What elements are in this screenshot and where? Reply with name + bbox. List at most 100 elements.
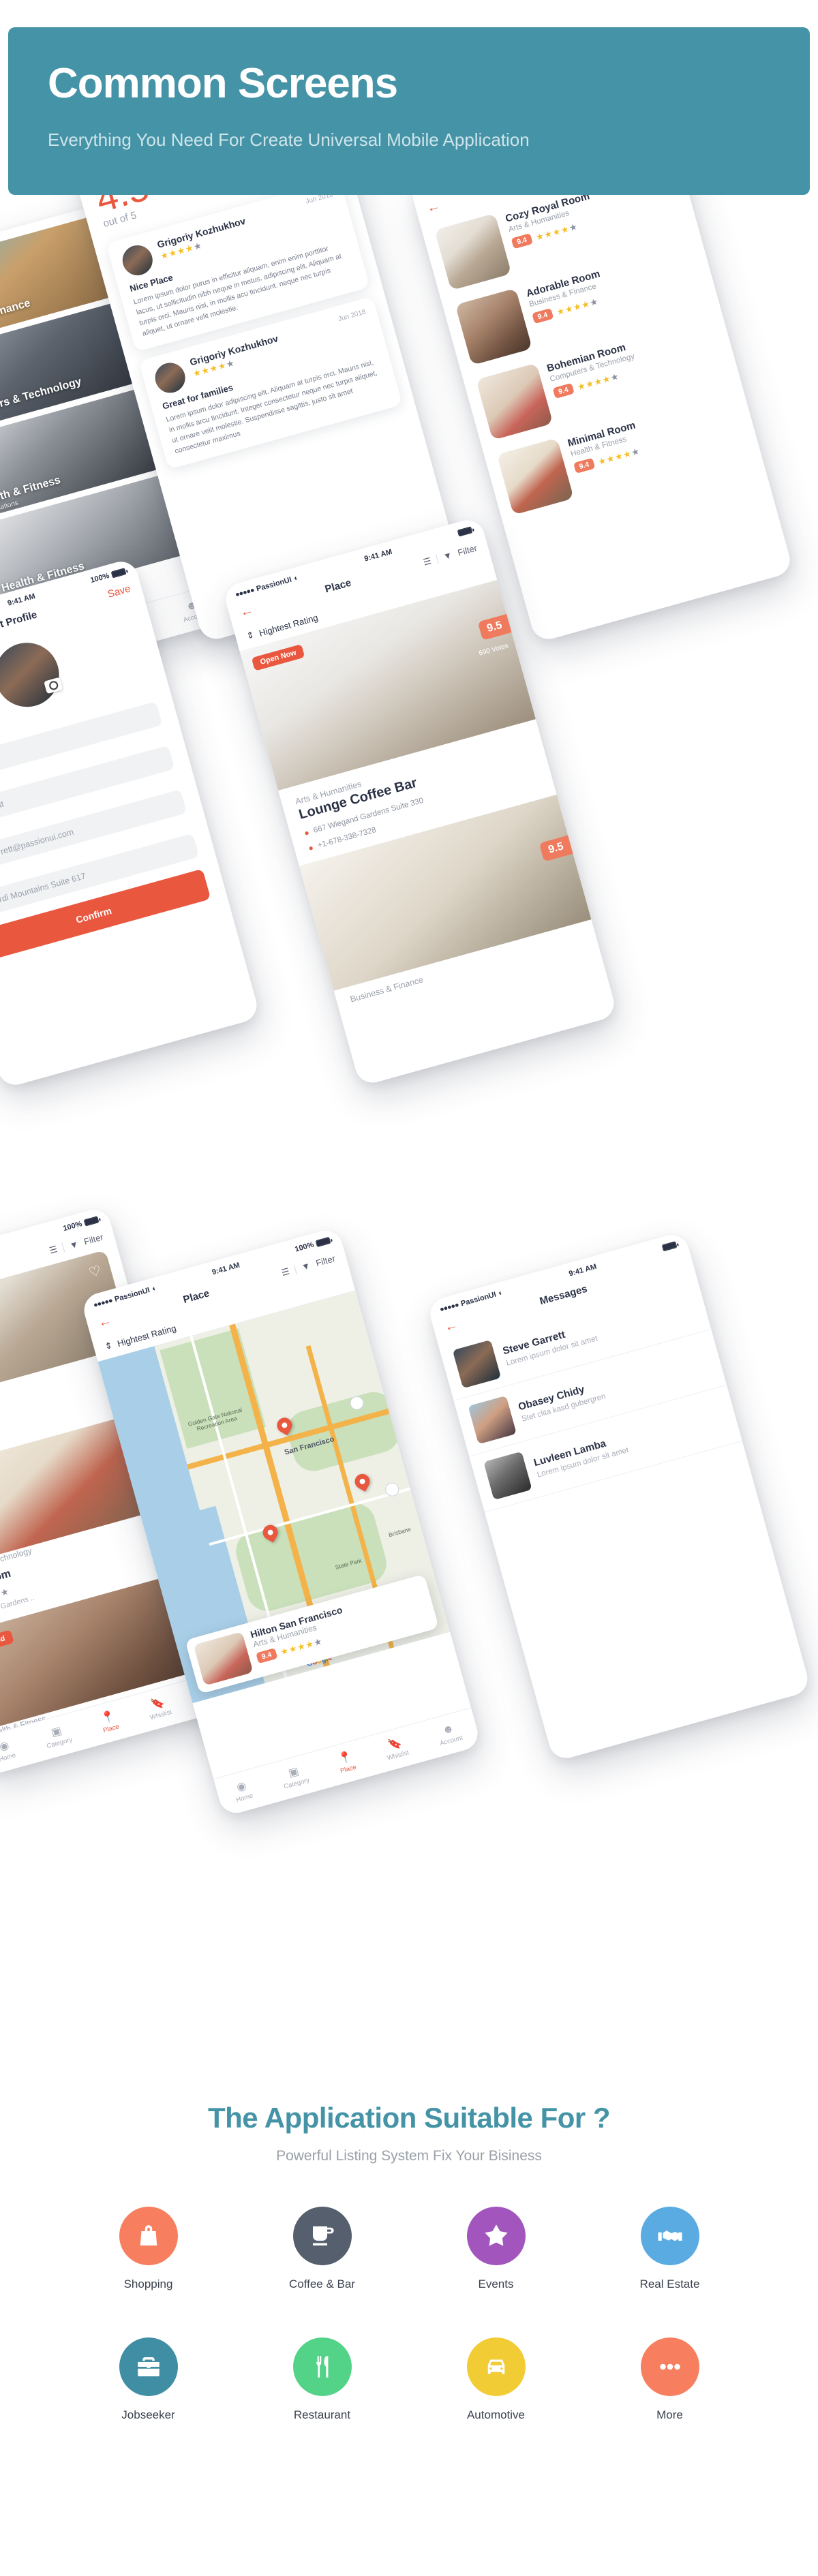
list-view-icon[interactable]: ☰ <box>48 1244 59 1257</box>
avatar <box>452 1339 502 1389</box>
tab-label: Account <box>438 1733 464 1747</box>
score-badge: 9.5 <box>539 835 573 862</box>
filter-icon[interactable]: ▼ <box>442 550 453 562</box>
tab-home[interactable]: ◉ Home <box>232 1779 254 1804</box>
page-subtitle: Everything You Need For Create Universal… <box>48 129 530 150</box>
star-icon <box>466 2207 526 2265</box>
score-badge: 9.4 <box>552 383 575 399</box>
heart-icon[interactable]: ♡ <box>87 1261 104 1281</box>
sort-icon: ⇕ <box>103 1339 114 1352</box>
avatar <box>468 1395 517 1445</box>
wifi-icon: ◐ <box>497 1288 504 1298</box>
page-banner: Common Screens Everything You Need For C… <box>8 27 810 195</box>
tab-category[interactable]: ▣ Category <box>42 1723 73 1750</box>
sort-icon: ⇕ <box>245 629 256 641</box>
list-item-thumbnail <box>434 213 512 291</box>
battery-icon <box>83 1216 100 1227</box>
list-view-icon[interactable]: ☰ <box>422 555 433 568</box>
category-coffee-bar[interactable]: Coffee & Bar <box>235 2207 409 2291</box>
back-arrow-icon[interactable]: ← <box>425 199 442 216</box>
nav-title: Place <box>181 1287 211 1306</box>
category-label: Automotive <box>466 2408 526 2421</box>
avatar <box>483 1451 532 1501</box>
category-jobseeker[interactable]: Jobseeker <box>61 2337 235 2422</box>
category-label: Jobseeker <box>121 2408 175 2421</box>
category-shopping[interactable]: Shopping <box>61 2207 235 2291</box>
page-root: Common Screens Everything You Need For C… <box>0 0 818 2576</box>
profile-avatar[interactable] <box>0 635 67 715</box>
divider <box>436 553 439 564</box>
category-more[interactable]: More <box>583 2337 757 2422</box>
tab-category[interactable]: ▣ Category <box>279 1764 310 1790</box>
map-card-thumbnail <box>193 1631 254 1686</box>
filter-icon[interactable]: ▼ <box>301 1260 312 1272</box>
category-automotive[interactable]: Automotive <box>409 2337 583 2422</box>
category-events[interactable]: Events <box>409 2207 583 2291</box>
nav-title: Place <box>323 577 353 596</box>
camera-icon[interactable] <box>44 677 63 694</box>
compass-icon: ◉ <box>0 1739 11 1753</box>
back-arrow-icon[interactable]: ← <box>239 603 255 620</box>
filter-label[interactable]: Filter <box>82 1231 104 1246</box>
briefcase-icon <box>119 2337 178 2396</box>
screens-showcase: Business & Finance Computers & Technolog… <box>0 195 818 2046</box>
battery-icon <box>315 1236 331 1248</box>
tab-label: Home <box>234 1792 254 1804</box>
bookmark-icon: 🔖 <box>149 1696 166 1711</box>
footer-title: The Application Suitable For ? <box>207 2102 611 2134</box>
status-badge: Closed <box>0 1629 14 1654</box>
tab-home[interactable]: ◉ Home <box>0 1739 17 1764</box>
wifi-icon: ◐ <box>292 573 300 583</box>
page-title: Common Screens <box>48 60 398 107</box>
review-date: Jun 2018 <box>337 308 367 323</box>
filter-label[interactable]: Filter <box>315 1253 337 1268</box>
category-label: Restaurant <box>293 2408 351 2421</box>
category-icon: ▣ <box>50 1724 63 1739</box>
battery-icon <box>661 1241 678 1252</box>
avatar <box>119 241 156 279</box>
handshake-icon <box>640 2207 699 2265</box>
coffee-cup-icon <box>292 2207 352 2265</box>
tab-account[interactable]: ☻ Account <box>436 1721 464 1747</box>
compass-icon: ◉ <box>235 1779 248 1794</box>
divider <box>61 1242 65 1253</box>
battery-icon <box>110 568 127 579</box>
score-badge: 9.4 <box>511 233 533 249</box>
filter-label[interactable]: Filter <box>457 542 479 557</box>
fade-overlay <box>0 1944 818 2046</box>
battery-icon <box>457 526 473 537</box>
tab-whislist[interactable]: 🔖 Whislist <box>383 1736 410 1762</box>
save-button[interactable]: Save <box>106 583 132 600</box>
account-icon: ☻ <box>441 1722 455 1736</box>
tab-bar[interactable]: ◉ Home ▣ Category 📍 Place 🔖 Whislist ☻ <box>213 1707 482 1818</box>
list-item-thumbnail <box>476 363 554 440</box>
map-pin-icon: 📍 <box>100 1710 117 1725</box>
category-label: More <box>656 2408 683 2421</box>
list-item-thumbnail <box>455 288 532 366</box>
ellipsis-icon <box>640 2337 699 2396</box>
tab-place[interactable]: 📍 Place <box>336 1751 357 1775</box>
tab-place[interactable]: 📍 Place <box>99 1710 120 1734</box>
category-label: Real Estate <box>639 2278 700 2290</box>
tab-whislist[interactable]: 🔖 Whislist <box>146 1696 172 1721</box>
category-label: Coffee & Bar <box>288 2278 356 2290</box>
shopping-bag-icon <box>119 2207 178 2265</box>
category-restaurant[interactable]: Restaurant <box>235 2337 409 2422</box>
tab-label: Category <box>283 1776 311 1791</box>
category-label: Shopping <box>123 2278 173 2290</box>
footer-section: The Application Suitable For ? Powerful … <box>0 2046 818 2576</box>
divider <box>294 1264 297 1274</box>
category-grid: Shopping Coffee & Bar Events Real Estate <box>0 2207 818 2422</box>
back-arrow-icon[interactable]: ← <box>97 1313 113 1330</box>
back-arrow-icon[interactable]: ← <box>443 1318 459 1335</box>
phone-icon: ● <box>307 842 315 853</box>
category-real-estate[interactable]: Real Estate <box>583 2207 757 2291</box>
list-view-icon[interactable]: ☰ <box>280 1266 291 1278</box>
screen-messages[interactable]: ●●●●● PassionUI ◐ 9:41 AM ← Messages Ste… <box>426 1231 812 1762</box>
cutlery-icon <box>292 2337 352 2396</box>
filter-icon[interactable]: ▼ <box>68 1238 79 1251</box>
score-badge: 9.5 <box>477 614 512 641</box>
votes-label: 690 Votes <box>478 642 510 658</box>
tab-label: Home <box>0 1751 17 1764</box>
category-label: Events <box>478 2278 514 2290</box>
